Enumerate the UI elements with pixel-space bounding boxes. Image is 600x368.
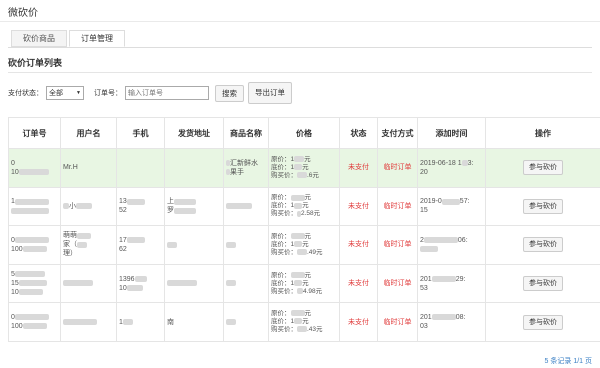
cell-address: 南 (164, 302, 224, 342)
cell-action: 参与砍价 (485, 148, 600, 188)
cell-status: 未支付 (339, 186, 378, 227)
table-row: 0 10 Mr.H 汇新鲜水 果手 原价：1 元 底价：1 元 购买价： .6元 未支… (8, 148, 600, 188)
join-bargain-button[interactable]: 参与砍价 (523, 237, 563, 253)
cell-product (223, 302, 269, 342)
cell-address (164, 263, 224, 304)
cell-action: 参与砍价 (485, 263, 600, 304)
order-no-label: 订单号： (94, 90, 122, 97)
table-header-row: 订单号 用户名 手机 发货地址 商品名称 价格 状态 支付方式 添加时间 操作 (8, 117, 600, 149)
header-price: 价格 (268, 117, 340, 149)
tab-bar: 砍价商品 订单管理 (11, 30, 127, 47)
cell-price: 原价：元 底价：1 元 购买价： 4.98元 (268, 263, 340, 304)
tabs-divider (8, 47, 592, 48)
table-row: 0 100 萌萌 家（ 理） 17 62 原价：元 底价：1元 购买价：.4 (8, 225, 600, 265)
join-bargain-button[interactable]: 参与砍价 (523, 198, 563, 214)
cell-order-no: 0 100 (8, 225, 61, 265)
cell-time: 201 29: 53 (417, 263, 486, 304)
tab-bargain-products[interactable]: 砍价商品 (11, 30, 67, 47)
order-no-input[interactable] (125, 86, 209, 100)
header-product: 商品名称 (223, 117, 269, 149)
cell-price: 原价：1 元 底价：1 元 购买价： .6元 (268, 148, 340, 188)
cell-order-no: 0 10 (8, 148, 61, 188)
cell-phone: 17 62 (116, 225, 165, 265)
cell-product (223, 186, 269, 227)
cell-status: 未支付 (339, 148, 378, 188)
section-divider (8, 72, 592, 73)
join-bargain-button[interactable]: 参与砍价 (523, 276, 563, 292)
cell-action: 参与砍价 (485, 225, 600, 265)
table-row: 1 小 13 52 上 罗 原价：元 底价：1 元 购买价： 2.58元 未支付… (8, 186, 600, 227)
cell-pay-method: 临时订单 (377, 302, 418, 342)
cell-order-no: 1 (8, 186, 61, 227)
cell-phone: 13 52 (116, 186, 165, 227)
cell-username: Mr.H (60, 148, 117, 188)
cell-address (164, 225, 224, 265)
cell-phone: 1 (116, 302, 165, 342)
status-filter-label: 支付状态： (8, 90, 43, 97)
cell-time: 201 08: 03 (417, 302, 486, 342)
cell-product: 汇新鲜水 果手 (223, 148, 269, 188)
header-username: 用户名 (60, 117, 117, 149)
cell-address: 上 罗 (164, 186, 224, 227)
join-bargain-button[interactable]: 参与砍价 (523, 314, 563, 330)
cell-action: 参与砍价 (485, 186, 600, 227)
search-button[interactable]: 搜索 (215, 84, 244, 102)
app-title: 微砍价 (8, 8, 38, 19)
cell-pay-method: 临时订单 (377, 148, 418, 188)
table-row: 0 100 1 南 原价：元 底价：1 元 购买价： .43元 未支付 临时订单 2… (8, 302, 600, 342)
cell-pay-method: 临时订单 (377, 263, 418, 304)
cell-username: 小 (60, 186, 117, 227)
orders-table: 订单号 用户名 手机 发货地址 商品名称 价格 状态 支付方式 添加时间 操作 … (8, 117, 600, 342)
cell-time: 2019-06-18 1 3: 20 (417, 148, 486, 188)
cell-pay-method: 临时订单 (377, 186, 418, 227)
header-action: 操作 (485, 117, 600, 149)
cell-time: 2019-0 57: 15 (417, 186, 486, 227)
cell-action: 参与砍价 (485, 302, 600, 342)
cell-status: 未支付 (339, 225, 378, 265)
header-pay-method: 支付方式 (377, 117, 418, 149)
join-bargain-button[interactable]: 参与砍价 (523, 160, 563, 176)
header-address: 发货地址 (164, 117, 224, 149)
header-phone: 手机 (116, 117, 165, 149)
cell-time: 2 06: (417, 225, 486, 265)
cell-username (60, 302, 117, 342)
cell-status: 未支付 (339, 263, 378, 304)
title-divider (0, 21, 600, 22)
header-order-no: 订单号 (8, 117, 61, 149)
cell-product (223, 225, 269, 265)
filter-bar: 支付状态： 全部 ▼ 订单号： 搜索 导出订单 (8, 82, 292, 104)
status-select-value: 全部 (49, 90, 63, 97)
export-orders-button[interactable]: 导出订单 (248, 82, 292, 104)
cell-phone: 1396 10 (116, 263, 165, 304)
cell-username: 萌萌 家（ 理） (60, 225, 117, 265)
cell-product (223, 263, 269, 304)
tab-order-management[interactable]: 订单管理 (69, 30, 125, 47)
cell-order-no: 0 100 (8, 302, 61, 342)
header-status: 状态 (339, 117, 378, 149)
table-row: 5 15 10 1396 10 原价：元 底价：1 元 购买价： 4.98元 未支付… (8, 263, 600, 304)
section-title: 砍价订单列表 (8, 58, 63, 68)
cell-pay-method: 临时订单 (377, 225, 418, 265)
cell-username (60, 263, 117, 304)
cell-address (164, 148, 224, 188)
cell-price: 原价：元 底价：1 元 购买价： .49元 (268, 225, 340, 265)
header-time: 添加时间 (417, 117, 486, 149)
chevron-down-icon: ▼ (76, 90, 81, 96)
cell-status: 未支付 (339, 302, 378, 342)
cell-phone (116, 148, 165, 188)
cell-price: 原价：元 底价：1 元 购买价： 2.58元 (268, 186, 340, 227)
pagination-info[interactable]: 5 条记录 1/1 页 (545, 356, 592, 366)
cell-order-no: 5 15 10 (8, 263, 61, 304)
cell-price: 原价：元 底价：1 元 购买价： .43元 (268, 302, 340, 342)
status-select[interactable]: 全部 ▼ (46, 86, 84, 100)
